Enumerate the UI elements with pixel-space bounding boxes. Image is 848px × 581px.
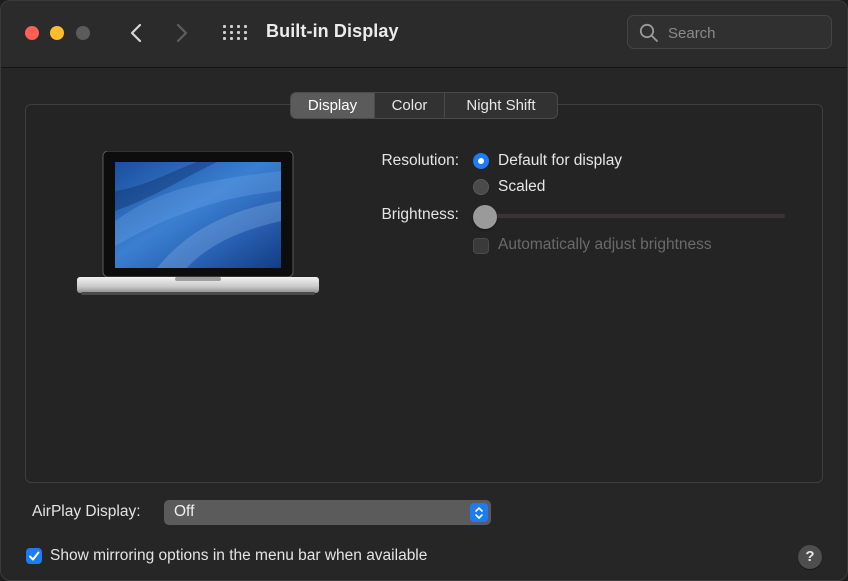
chevron-left-icon	[130, 23, 142, 43]
tab-color[interactable]: Color	[375, 93, 445, 118]
brightness-slider-knob[interactable]	[473, 205, 497, 229]
option-default-for-display-label: Default for display	[498, 152, 623, 169]
tab-display[interactable]: Display	[291, 93, 375, 118]
close-window-button[interactable]	[25, 26, 39, 40]
zoom-window-button[interactable]	[76, 26, 90, 40]
search-field[interactable]	[627, 15, 832, 49]
back-button[interactable]	[123, 19, 149, 47]
airplay-display-label: AirPlay Display:	[32, 503, 141, 520]
show-all-grid-button[interactable]	[222, 22, 248, 44]
preferences-window: Built-in Display Display Color Night Shi…	[0, 0, 848, 581]
popup-arrows-icon	[470, 503, 488, 522]
radio-default-for-display[interactable]	[473, 153, 489, 169]
airplay-display-value: Off	[174, 503, 195, 520]
tab-night-shift[interactable]: Night Shift	[445, 93, 557, 118]
laptop-illustration	[77, 151, 319, 295]
auto-brightness-label: Automatically adjust brightness	[498, 236, 712, 253]
resolution-label: Resolution:	[381, 152, 459, 169]
window-title: Built-in Display	[266, 21, 399, 41]
radio-scaled[interactable]	[473, 179, 489, 195]
help-button[interactable]: ?	[798, 545, 822, 569]
checkmark-icon	[29, 551, 40, 561]
brightness-slider-track[interactable]	[485, 214, 785, 218]
search-input[interactable]	[666, 21, 825, 45]
show-mirroring-label: Show mirroring options in the menu bar w…	[50, 547, 428, 564]
show-mirroring-checkbox[interactable]	[26, 548, 42, 564]
forward-button[interactable]	[169, 19, 195, 47]
tab-bar: Display Color Night Shift	[290, 92, 558, 119]
chevron-right-icon	[176, 23, 188, 43]
airplay-display-popup[interactable]: Off	[164, 500, 491, 525]
option-scaled-label: Scaled	[498, 178, 546, 195]
brightness-label: Brightness:	[381, 206, 459, 223]
minimize-window-button[interactable]	[50, 26, 64, 40]
toolbar: Built-in Display	[1, 1, 847, 68]
search-icon	[639, 23, 659, 48]
auto-brightness-checkbox[interactable]	[473, 238, 489, 254]
